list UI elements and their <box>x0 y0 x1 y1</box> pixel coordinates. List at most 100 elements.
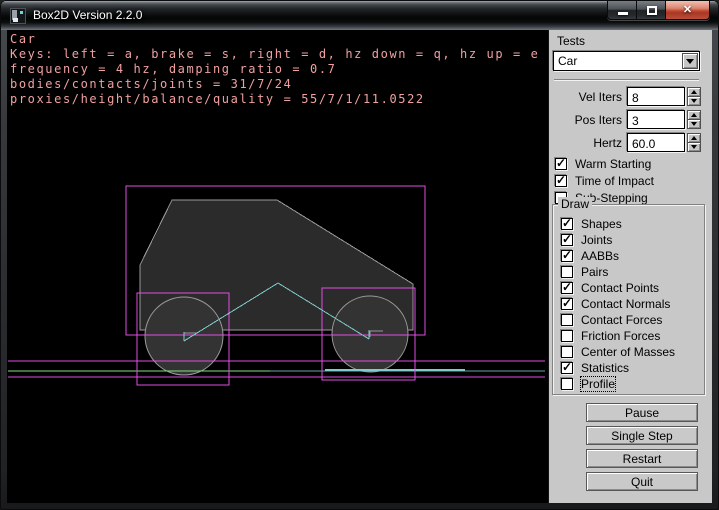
checkbox[interactable] <box>561 330 573 342</box>
checkbox-label: Contact Points <box>581 281 659 295</box>
simulation-canvas[interactable]: CarKeys: left = a, brake = s, right = d,… <box>7 30 546 503</box>
checkbox-label: Pairs <box>581 265 608 279</box>
restart-button[interactable]: Restart <box>586 449 698 468</box>
checkbox[interactable]: ✓ <box>561 250 573 262</box>
spin-down-button[interactable] <box>687 143 701 152</box>
spinner-buttons <box>687 87 701 106</box>
single-step-button[interactable]: Single Step <box>586 426 698 445</box>
checkbox-statistics[interactable]: ✓ Statistics <box>561 360 675 376</box>
checkbox-label: Time of Impact <box>575 174 654 188</box>
checkbox-friction-forces[interactable]: Friction Forces <box>561 328 675 344</box>
checkbox-contact-forces[interactable]: Contact Forces <box>561 312 675 328</box>
spin-up-button[interactable] <box>687 133 701 143</box>
action-buttons: Pause Single Step Restart Quit <box>586 403 698 495</box>
pos-iters-row: Pos Iters3 <box>549 110 709 130</box>
maximize-button[interactable] <box>637 1 666 20</box>
tests-selected-value: Car <box>554 54 682 68</box>
app-icon <box>10 8 26 24</box>
minimize-button[interactable] <box>608 1 637 20</box>
check-icon: ✓ <box>562 360 572 374</box>
spin-down-button[interactable] <box>687 97 701 106</box>
checkbox[interactable] <box>561 266 573 278</box>
triangle-up-icon <box>691 136 697 140</box>
spinner-buttons <box>687 110 701 129</box>
vel-iters-input[interactable]: 8 <box>627 87 685 106</box>
stats-line: bodies/contacts/joints = 31/7/24 <box>10 77 539 92</box>
spin-down-button[interactable] <box>687 120 701 129</box>
stats-line: Car <box>10 32 539 47</box>
checkbox[interactable]: ✓ <box>561 218 573 230</box>
checkbox[interactable]: ✓ <box>555 158 567 170</box>
checkbox[interactable]: ✓ <box>561 282 573 294</box>
spinner-label: Vel Iters <box>549 87 627 107</box>
spinner-buttons <box>687 133 701 152</box>
checkbox[interactable] <box>561 314 573 326</box>
check-icon: ✓ <box>562 296 572 310</box>
dropdown-arrow-button[interactable] <box>682 53 698 69</box>
checkbox-pairs[interactable]: Pairs <box>561 264 675 280</box>
checkbox-label: Warm Starting <box>575 157 651 171</box>
pause-button[interactable]: Pause <box>586 403 698 422</box>
checkbox-contact-normals[interactable]: ✓ Contact Normals <box>561 296 675 312</box>
checkbox-time-of-impact[interactable]: ✓ Time of Impact <box>555 172 654 189</box>
hertz-row: Hertz60.0 <box>549 133 709 153</box>
checkbox-warm-starting[interactable]: ✓ Warm Starting <box>555 155 654 172</box>
checkbox-label: Contact Normals <box>581 297 670 311</box>
check-icon: ✓ <box>562 216 572 230</box>
checkbox[interactable]: ✓ <box>561 298 573 310</box>
close-button[interactable]: ✕ <box>666 1 709 20</box>
checkbox-label: Shapes <box>581 217 622 231</box>
checkbox-label: Center of Masses <box>581 345 675 359</box>
checkbox-joints[interactable]: ✓ Joints <box>561 232 675 248</box>
client-area: CarKeys: left = a, brake = s, right = d,… <box>7 30 712 503</box>
titlebar[interactable]: Box2D Version 2.2.0 ✕ <box>1 1 718 30</box>
stats-line: proxies/height/balance/quality = 55/7/1/… <box>10 92 539 107</box>
maximize-icon <box>647 6 657 15</box>
stats-line: frequency = 4 hz, damping ratio = 0.7 <box>10 62 539 77</box>
draw-group: Draw ✓Shapes✓Joints✓AABBsPairs✓Contact P… <box>552 204 705 395</box>
application-window: Box2D Version 2.2.0 ✕ CarKeys: left = a,… <box>0 0 719 510</box>
checkbox-shapes[interactable]: ✓ Shapes <box>561 216 675 232</box>
triangle-up-icon <box>691 113 697 117</box>
check-icon: ✓ <box>562 248 572 262</box>
spin-up-button[interactable] <box>687 110 701 120</box>
app-icon-pixel <box>13 18 18 22</box>
checkbox-aabbs[interactable]: ✓AABBs <box>561 248 675 264</box>
checkbox[interactable]: ✓ <box>561 362 573 374</box>
checkbox-contact-points[interactable]: ✓ Contact Points <box>561 280 675 296</box>
checkbox-label: Contact Forces <box>581 313 662 327</box>
control-panel: Tests Car Vel Iters8Pos Iters3Hertz60.0 … <box>548 30 712 503</box>
check-icon: ✓ <box>562 232 572 246</box>
quit-button[interactable]: Quit <box>586 472 698 491</box>
check-icon: ✓ <box>556 173 566 187</box>
check-icon: ✓ <box>562 280 572 294</box>
checkbox-label: Joints <box>581 233 612 247</box>
checkbox-center-of-masses[interactable]: Center of Masses <box>561 344 675 360</box>
hertz-input[interactable]: 60.0 <box>627 133 685 152</box>
triangle-down-icon <box>691 99 697 103</box>
checkbox[interactable]: ✓ <box>561 234 573 246</box>
checkbox[interactable] <box>561 378 573 390</box>
triangle-down-icon <box>691 145 697 149</box>
checkbox[interactable]: ✓ <box>555 175 567 187</box>
checkbox[interactable] <box>561 346 573 358</box>
tests-dropdown[interactable]: Car <box>553 51 700 71</box>
separator <box>554 79 699 81</box>
stats-line: Keys: left = a, brake = s, right = d, hz… <box>10 47 539 62</box>
checkbox-label: Profile <box>581 377 615 391</box>
triangle-up-icon <box>691 90 697 94</box>
check-icon: ✓ <box>556 156 566 170</box>
chevron-down-icon <box>686 59 694 64</box>
checkbox-label: Statistics <box>581 361 629 375</box>
checkbox-profile[interactable]: Profile <box>561 376 675 392</box>
tests-label: Tests <box>557 34 585 48</box>
draw-checkboxes: ✓ Shapes ✓ Joints✓AABBsPairs ✓ Contact Points… <box>561 216 675 392</box>
vel-iters-row: Vel Iters8 <box>549 87 709 107</box>
app-icon-pixel <box>20 11 23 14</box>
pos-iters-input[interactable]: 3 <box>627 110 685 129</box>
close-icon: ✕ <box>666 3 709 16</box>
triangle-down-icon <box>691 122 697 126</box>
spinner-label: Pos Iters <box>549 110 627 130</box>
window-controls: ✕ <box>607 1 710 20</box>
spin-up-button[interactable] <box>687 87 701 97</box>
